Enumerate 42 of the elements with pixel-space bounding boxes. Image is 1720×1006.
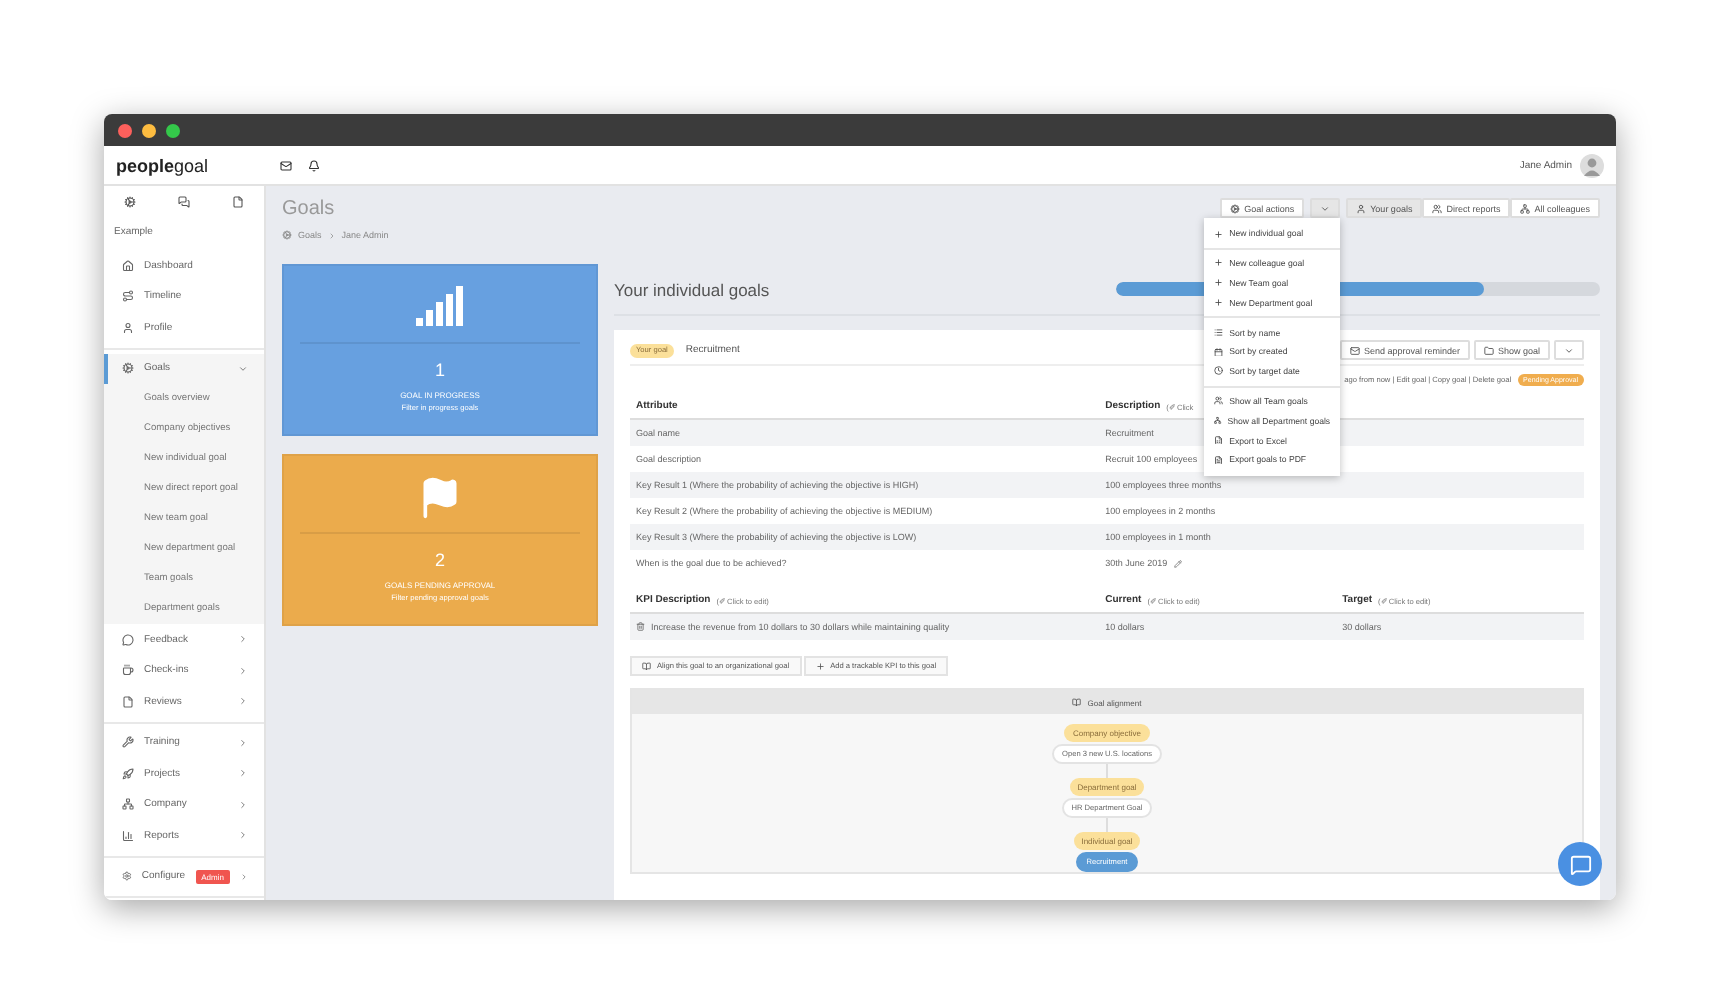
folder-icon <box>1483 345 1494 355</box>
users-icon <box>1432 203 1443 213</box>
settings-icon <box>122 870 132 883</box>
logo[interactable]: peoplegoal <box>116 155 280 175</box>
document-icon <box>1214 455 1224 465</box>
list-icon <box>1214 327 1224 337</box>
mail-icon <box>280 159 292 171</box>
book-icon <box>642 661 651 671</box>
user-icon <box>122 321 134 334</box>
pencil-icon <box>1173 559 1182 567</box>
section-title: Your individual goals <box>614 279 770 299</box>
book-icon <box>1072 697 1082 707</box>
chat-icon <box>1569 853 1591 875</box>
speech-bubble-icon <box>122 633 134 646</box>
flag-icon <box>418 476 462 520</box>
trash-icon <box>636 622 645 632</box>
mail-icon <box>1349 345 1360 355</box>
calendar-icon <box>1214 347 1224 357</box>
hierarchy-icon <box>1520 203 1531 213</box>
file-icon <box>122 695 134 708</box>
signal-bars-icon <box>416 286 464 330</box>
home-icon <box>122 259 134 272</box>
rocket-icon <box>122 767 134 780</box>
chat-icon <box>177 196 190 208</box>
stat-value: 2 <box>434 550 445 570</box>
dropdown-toggle[interactable] <box>1310 198 1341 218</box>
avatar-icon[interactable] <box>1580 153 1604 177</box>
cup-icon <box>122 664 134 677</box>
hierarchy-icon <box>1214 416 1222 426</box>
bell-icon <box>308 159 320 171</box>
clock-icon <box>1214 366 1224 376</box>
bar-chart-icon <box>122 829 134 842</box>
hierarchy-icon <box>122 798 134 811</box>
wrench-icon <box>122 736 134 749</box>
spreadsheet-icon <box>1214 435 1224 445</box>
file-icon <box>231 196 244 208</box>
caret-icon <box>1564 345 1574 355</box>
page-title: Goals <box>282 198 337 220</box>
user-icon <box>1356 203 1367 213</box>
stat-value: 1 <box>434 360 445 380</box>
caret-icon <box>1320 203 1331 213</box>
users-icon <box>1214 396 1224 406</box>
